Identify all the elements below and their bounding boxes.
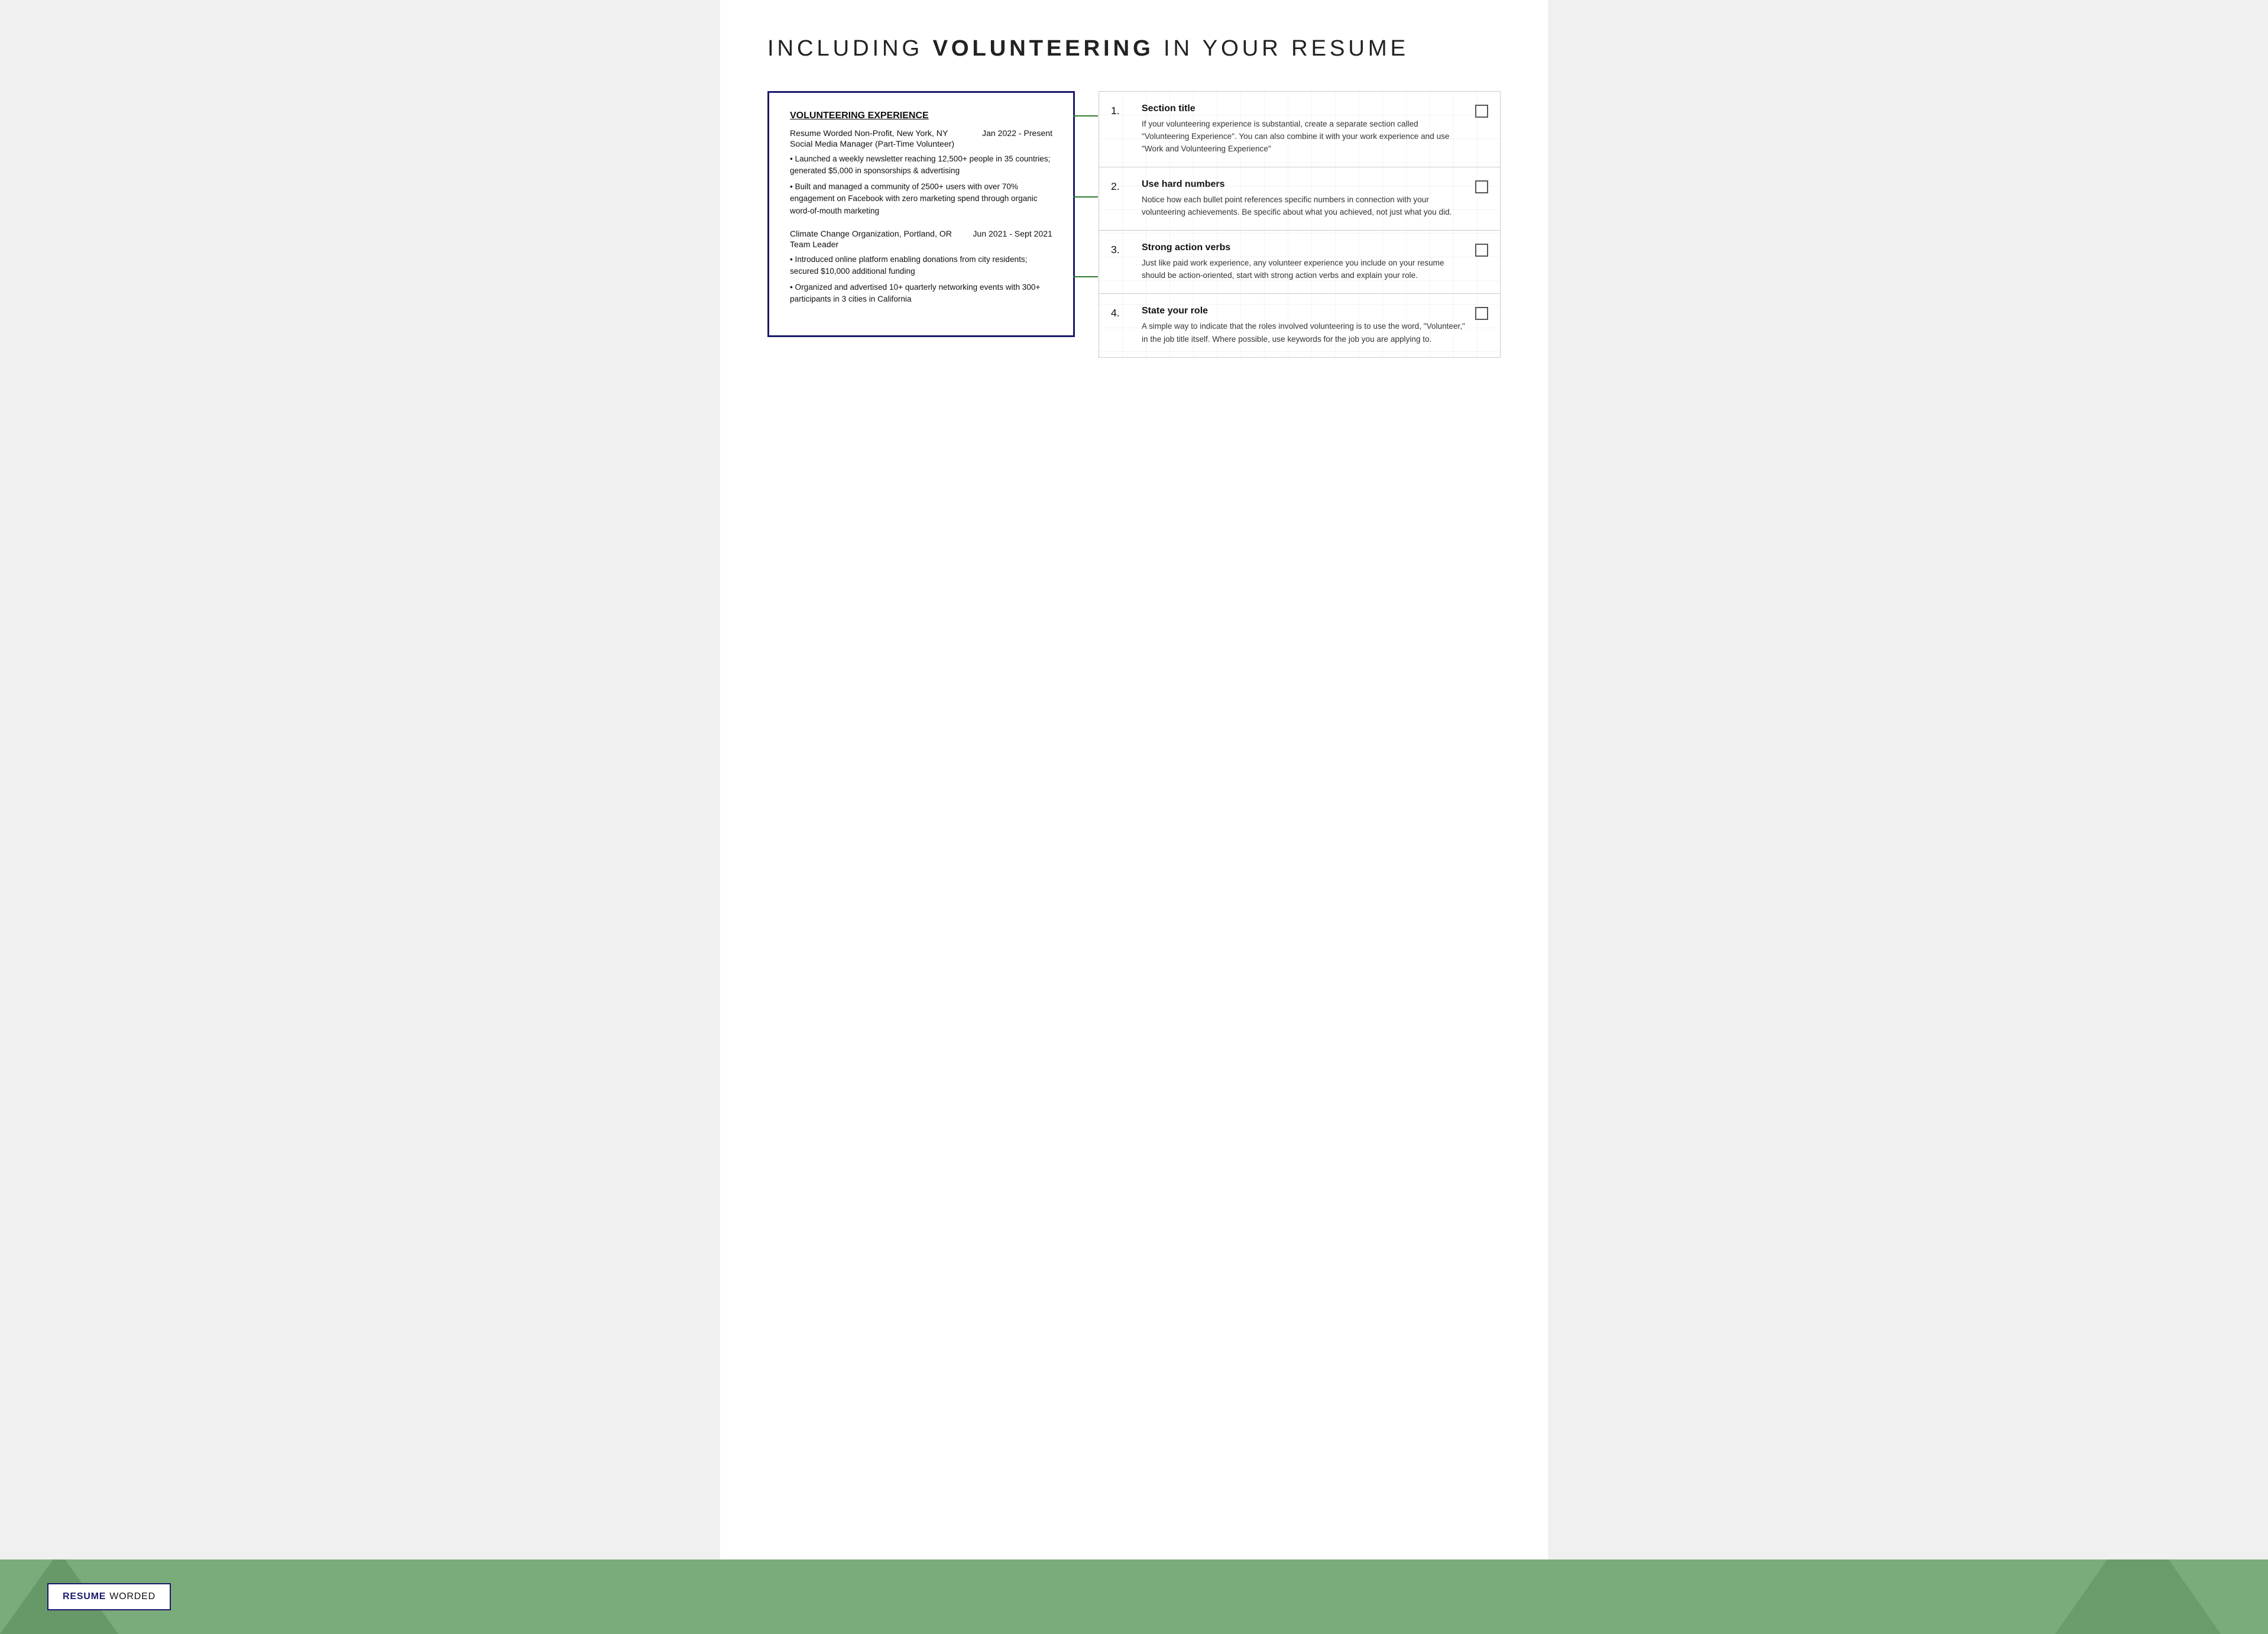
resume-entry-1-date: Jan 2022 - Present: [982, 128, 1052, 138]
tip-2-desc: Notice how each bullet point references …: [1142, 193, 1466, 218]
brand-worded-label: WORDED: [109, 1591, 155, 1602]
tips-panel: 1. Section title If your volunteering ex…: [1099, 91, 1501, 358]
main-content: INCLUDING VOLUNTEERING IN YOUR RESUME VO…: [720, 0, 1548, 1559]
resume-entry-2: Climate Change Organization, Portland, O…: [790, 229, 1052, 306]
green-footer: RESUME WORDED: [0, 1559, 2268, 1634]
resume-entry-1: Resume Worded Non-Profit, New York, NY J…: [790, 128, 1052, 217]
tip-2-title: Use hard numbers: [1142, 179, 1466, 190]
resume-entry-2-bullet-2: • Organized and advertised 10+ quarterly…: [790, 281, 1052, 306]
tip-3-content: Strong action verbs Just like paid work …: [1142, 242, 1466, 281]
tip-1-content: Section title If your volunteering exper…: [1142, 103, 1466, 155]
tip-4-desc: A simple way to indicate that the roles …: [1142, 320, 1466, 345]
tip-item-4: 4. State your role A simple way to indic…: [1099, 294, 1500, 357]
connector-line-3: [1073, 276, 1098, 277]
resume-entry-1-org: Resume Worded Non-Profit, New York, NY: [790, 128, 948, 138]
brand-resume-label: RESUME: [63, 1591, 106, 1602]
tip-2-content: Use hard numbers Notice how each bullet …: [1142, 179, 1466, 218]
resume-entry-2-role: Team Leader: [790, 240, 1052, 249]
brand-box: RESUME WORDED: [47, 1583, 171, 1610]
tip-2-checkbox[interactable]: [1475, 180, 1488, 193]
resume-entry-1-header: Resume Worded Non-Profit, New York, NY J…: [790, 128, 1052, 138]
tip-4-checkbox[interactable]: [1475, 307, 1488, 320]
resume-entry-2-date: Jun 2021 - Sept 2021: [973, 229, 1052, 238]
tip-3-number: 3.: [1111, 242, 1132, 256]
tip-4-content: State your role A simple way to indicate…: [1142, 306, 1466, 345]
tip-1-checkbox[interactable]: [1475, 105, 1488, 118]
resume-entry-2-bullet-1: • Introduced online platform enabling do…: [790, 254, 1052, 278]
tip-item-3: 3. Strong action verbs Just like paid wo…: [1099, 231, 1500, 294]
tip-4-title: State your role: [1142, 306, 1466, 316]
tip-1-title: Section title: [1142, 103, 1466, 114]
resume-entry-2-header: Climate Change Organization, Portland, O…: [790, 229, 1052, 238]
tip-item-2: 2. Use hard numbers Notice how each bull…: [1099, 167, 1500, 231]
tip-1-desc: If your volunteering experience is subst…: [1142, 118, 1466, 155]
resume-entry-1-role: Social Media Manager (Part-Time Voluntee…: [790, 139, 1052, 148]
page-title: INCLUDING VOLUNTEERING IN YOUR RESUME: [767, 35, 1501, 62]
content-area: VOLUNTEERING EXPERIENCE Resume Worded No…: [767, 91, 1501, 358]
resume-entry-1-bullet-2: • Built and managed a community of 2500+…: [790, 181, 1052, 217]
tip-item-1: 1. Section title If your volunteering ex…: [1099, 92, 1500, 167]
tip-1-number: 1.: [1111, 103, 1132, 117]
connector-line-1: [1073, 115, 1098, 117]
tip-3-checkbox[interactable]: [1475, 244, 1488, 257]
resume-entry-1-bullet-1: • Launched a weekly newsletter reaching …: [790, 153, 1052, 177]
resume-entry-2-org: Climate Change Organization, Portland, O…: [790, 229, 952, 238]
connector-line-2: [1073, 196, 1098, 198]
tip-4-number: 4.: [1111, 306, 1132, 319]
tip-2-number: 2.: [1111, 179, 1132, 193]
tips-panel-wrapper: 1. Section title If your volunteering ex…: [1099, 91, 1501, 358]
resume-section-title: VOLUNTEERING EXPERIENCE: [790, 111, 1052, 121]
resume-panel: VOLUNTEERING EXPERIENCE Resume Worded No…: [767, 91, 1075, 337]
tip-3-title: Strong action verbs: [1142, 242, 1466, 253]
tip-3-desc: Just like paid work experience, any volu…: [1142, 257, 1466, 281]
